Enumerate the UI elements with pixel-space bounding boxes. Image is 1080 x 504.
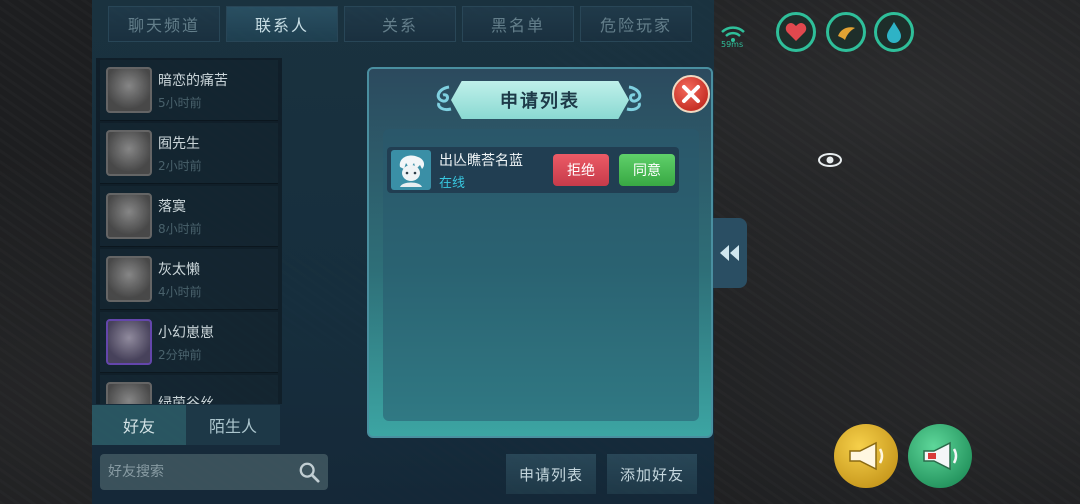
list-item[interactable]: 灰太懒 4小时前 — [100, 249, 278, 310]
friend-list-tabs: 好友 陌生人 — [92, 405, 280, 445]
list-item[interactable]: 绿茵谷丝 — [100, 375, 278, 404]
friend-search-input[interactable] — [108, 464, 298, 480]
add-friend-button[interactable]: 添加好友 — [607, 454, 697, 494]
collapse-panel-handle[interactable] — [713, 218, 747, 288]
request-row: 出亾瞧荅名蓝 在线 拒绝 同意 — [387, 147, 679, 193]
tab-chat-channel[interactable]: 聊天频道 — [108, 6, 220, 42]
list-item[interactable]: 小幻崽崽 2分钟前 — [100, 312, 278, 373]
player-avatar-icon — [399, 155, 425, 187]
modal-title: 申请列表 — [500, 91, 580, 112]
broadcast-button[interactable] — [834, 424, 898, 488]
contact-name: 绿茵谷丝 — [158, 396, 214, 404]
close-button[interactable] — [672, 75, 710, 113]
tab-dangerous-players[interactable]: 危险玩家 — [580, 6, 692, 42]
list-item[interactable]: 暗恋的痛苦 5小时前 — [100, 60, 278, 121]
tab-relations[interactable]: 关系 — [344, 6, 456, 42]
contact-name: 灰太懒 — [158, 261, 200, 278]
water-status[interactable] — [874, 12, 914, 52]
close-icon — [682, 85, 700, 103]
accept-button[interactable]: 同意 — [619, 154, 675, 186]
hunger-status[interactable] — [826, 12, 866, 52]
avatar — [106, 319, 152, 365]
contact-last-seen: 2小时前 — [158, 158, 202, 173]
request-list-modal: 申请列表 出亾瞧荅名蓝 在线 拒绝 同意 — [367, 67, 713, 438]
ornament-icon — [436, 85, 452, 111]
avatar — [106, 193, 152, 239]
contact-last-seen: 4小时前 — [158, 284, 202, 299]
avatar — [106, 256, 152, 302]
requester-name: 出亾瞧荅名蓝 — [439, 152, 523, 169]
contact-name: 囿先生 — [158, 135, 200, 152]
tab-friends[interactable]: 好友 — [92, 405, 186, 445]
megaphone-icon — [923, 441, 958, 471]
avatar — [391, 150, 431, 190]
tab-blacklist[interactable]: 黑名单 — [462, 6, 574, 42]
announcement-button[interactable] — [908, 424, 972, 488]
health-status[interactable] — [776, 12, 816, 52]
megaphone-icon — [849, 441, 884, 471]
tab-strangers[interactable]: 陌生人 — [186, 405, 280, 445]
tab-contacts[interactable]: 联系人 — [226, 6, 338, 42]
contact-last-seen: 5小时前 — [158, 95, 202, 110]
contact-name: 小幻崽崽 — [158, 324, 214, 341]
contact-name: 暗恋的痛苦 — [158, 72, 228, 89]
modal-title-bar: 申请列表 — [451, 81, 629, 119]
search-icon[interactable] — [298, 461, 320, 483]
list-item[interactable]: 落寞 8小时前 — [100, 186, 278, 247]
contact-name: 落寞 — [158, 198, 186, 215]
reject-button[interactable]: 拒绝 — [553, 154, 609, 186]
avatar — [106, 130, 152, 176]
avatar — [106, 382, 152, 404]
social-tabs: 聊天频道 联系人 关系 黑名单 危险玩家 — [108, 6, 692, 42]
contact-last-seen: 8小时前 — [158, 221, 202, 236]
list-item[interactable]: 囿先生 2小时前 — [100, 123, 278, 184]
request-list-button[interactable]: 申请列表 — [506, 454, 596, 494]
ornament-icon — [626, 85, 642, 111]
eye-icon[interactable] — [818, 152, 842, 168]
water-drop-icon — [887, 22, 901, 43]
double-chevron-left-icon — [720, 245, 739, 261]
heart-icon — [785, 23, 807, 41]
ping-text: 59ms — [721, 40, 744, 49]
contact-last-seen: 2分钟前 — [158, 347, 202, 362]
food-icon — [838, 27, 855, 40]
avatar — [106, 67, 152, 113]
friend-search-box — [100, 454, 328, 490]
contact-list[interactable]: 暗恋的痛苦 5小时前 囿先生 2小时前 落寞 8小时前 灰太懒 4小时前 小幻崽… — [96, 58, 282, 404]
online-status: 在线 — [439, 175, 466, 191]
